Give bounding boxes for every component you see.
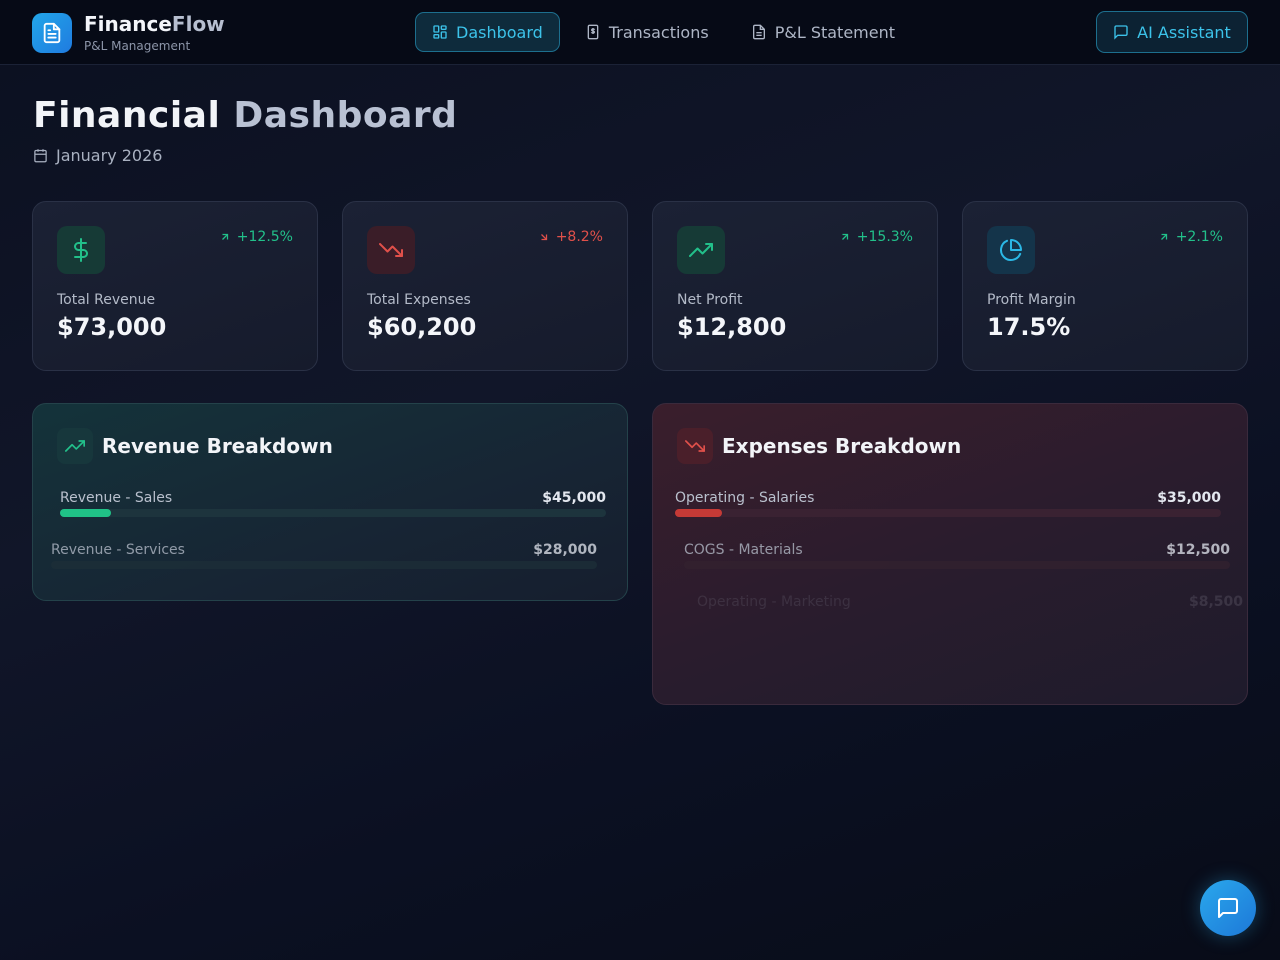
list-item[interactable]: Operating - Salaries $35,000 (675, 490, 1221, 530)
kpi-value: $73,000 (57, 313, 167, 341)
kpi-change: +2.1% (1158, 229, 1223, 245)
document-icon (32, 13, 72, 53)
revenue-breakdown-title: Revenue Breakdown (102, 434, 333, 458)
row-label: Revenue - Sales (60, 490, 173, 506)
chat-icon (1218, 898, 1238, 918)
kpi-value: $12,800 (677, 313, 787, 341)
progress-track (60, 509, 606, 517)
dashboard-icon (433, 25, 447, 39)
progress-fill (60, 509, 111, 517)
row-label: Operating - Salaries (675, 490, 815, 506)
ai-assistant-button[interactable]: AI Assistant (1096, 11, 1248, 53)
arrow-up-right-icon (221, 233, 228, 240)
brand-name: FinanceFlow (84, 12, 225, 36)
kpi-card-total-expenses: +8.2% Total Expenses $60,200 (342, 201, 628, 371)
nav-transactions-label: Transactions (608, 22, 709, 42)
kpi-label: Total Expenses (367, 292, 471, 308)
row-value: $8,500 (1188, 594, 1243, 610)
trending-up-icon (57, 428, 93, 464)
progress-track (684, 561, 1230, 569)
revenue-breakdown-panel: Revenue Breakdown Revenue - Sales $45,00… (32, 403, 628, 601)
arrow-up-right-icon (1160, 233, 1167, 240)
kpi-card-profit-margin: +2.1% Profit Margin 17.5% (962, 201, 1248, 371)
expenses-breakdown-title: Expenses Breakdown (722, 434, 962, 458)
main-nav: Dashboard Transactions P&L Statement (415, 12, 912, 52)
pie-chart-icon (987, 226, 1035, 274)
row-label: Operating - Marketing (697, 594, 851, 610)
row-label: COGS - Materials (684, 542, 803, 558)
list-item[interactable]: Revenue - Services $28,000 (51, 542, 597, 582)
trending-down-icon (677, 428, 713, 464)
kpi-change: +8.2% (538, 229, 603, 245)
row-label: Revenue - Services (51, 542, 185, 558)
kpi-label: Net Profit (677, 292, 743, 308)
list-item[interactable]: Operating - Marketing $8,500 (697, 594, 1243, 634)
expenses-breakdown-panel: Expenses Breakdown Operating - Salaries … (652, 403, 1248, 705)
nav-dashboard[interactable]: Dashboard (415, 12, 560, 52)
document-icon (752, 24, 765, 40)
row-value: $45,000 (542, 490, 606, 506)
period-selector: January 2026 (33, 146, 162, 165)
row-value: $12,500 (1166, 542, 1230, 558)
kpi-label: Total Revenue (57, 292, 156, 308)
trending-down-icon (367, 226, 415, 274)
brand[interactable]: FinanceFlow P&L Management (32, 12, 225, 54)
calendar-icon (34, 149, 47, 163)
arrow-up-right-icon (841, 233, 848, 240)
list-item[interactable]: Revenue - Sales $45,000 (60, 490, 606, 530)
ai-assistant-label: AI Assistant (1137, 22, 1231, 42)
kpi-card-total-revenue: +12.5% Total Revenue $73,000 (32, 201, 318, 371)
chat-fab-button[interactable] (1200, 880, 1256, 936)
top-header: FinanceFlow P&L Management Dashboard Tra… (0, 0, 1280, 65)
nav-transactions[interactable]: Transactions (568, 12, 726, 52)
receipt-icon (587, 24, 599, 40)
progress-track (675, 509, 1221, 517)
row-value: $28,000 (533, 542, 597, 558)
nav-dashboard-label: Dashboard (456, 22, 543, 42)
kpi-value: 17.5% (987, 313, 1071, 341)
brand-subtitle: P&L Management (84, 39, 191, 53)
nav-pl-statement[interactable]: P&L Statement (734, 12, 912, 52)
list-item[interactable]: COGS - Materials $12,500 (684, 542, 1230, 582)
progress-fill (675, 509, 722, 517)
kpi-value: $60,200 (367, 313, 477, 341)
arrow-down-right-icon (540, 234, 547, 241)
period-label: January 2026 (56, 146, 163, 165)
page-title: Financial Dashboard (33, 95, 458, 136)
kpi-label: Profit Margin (987, 292, 1076, 308)
kpi-card-net-profit: +15.3% Net Profit $12,800 (652, 201, 938, 371)
kpi-change: +12.5% (219, 229, 293, 245)
kpi-change: +15.3% (839, 229, 913, 245)
row-value: $35,000 (1157, 490, 1221, 506)
progress-track (51, 561, 597, 569)
dollar-icon (57, 226, 105, 274)
nav-pl-statement-label: P&L Statement (774, 22, 896, 42)
chat-icon (1114, 25, 1128, 40)
trending-up-icon (677, 226, 725, 274)
